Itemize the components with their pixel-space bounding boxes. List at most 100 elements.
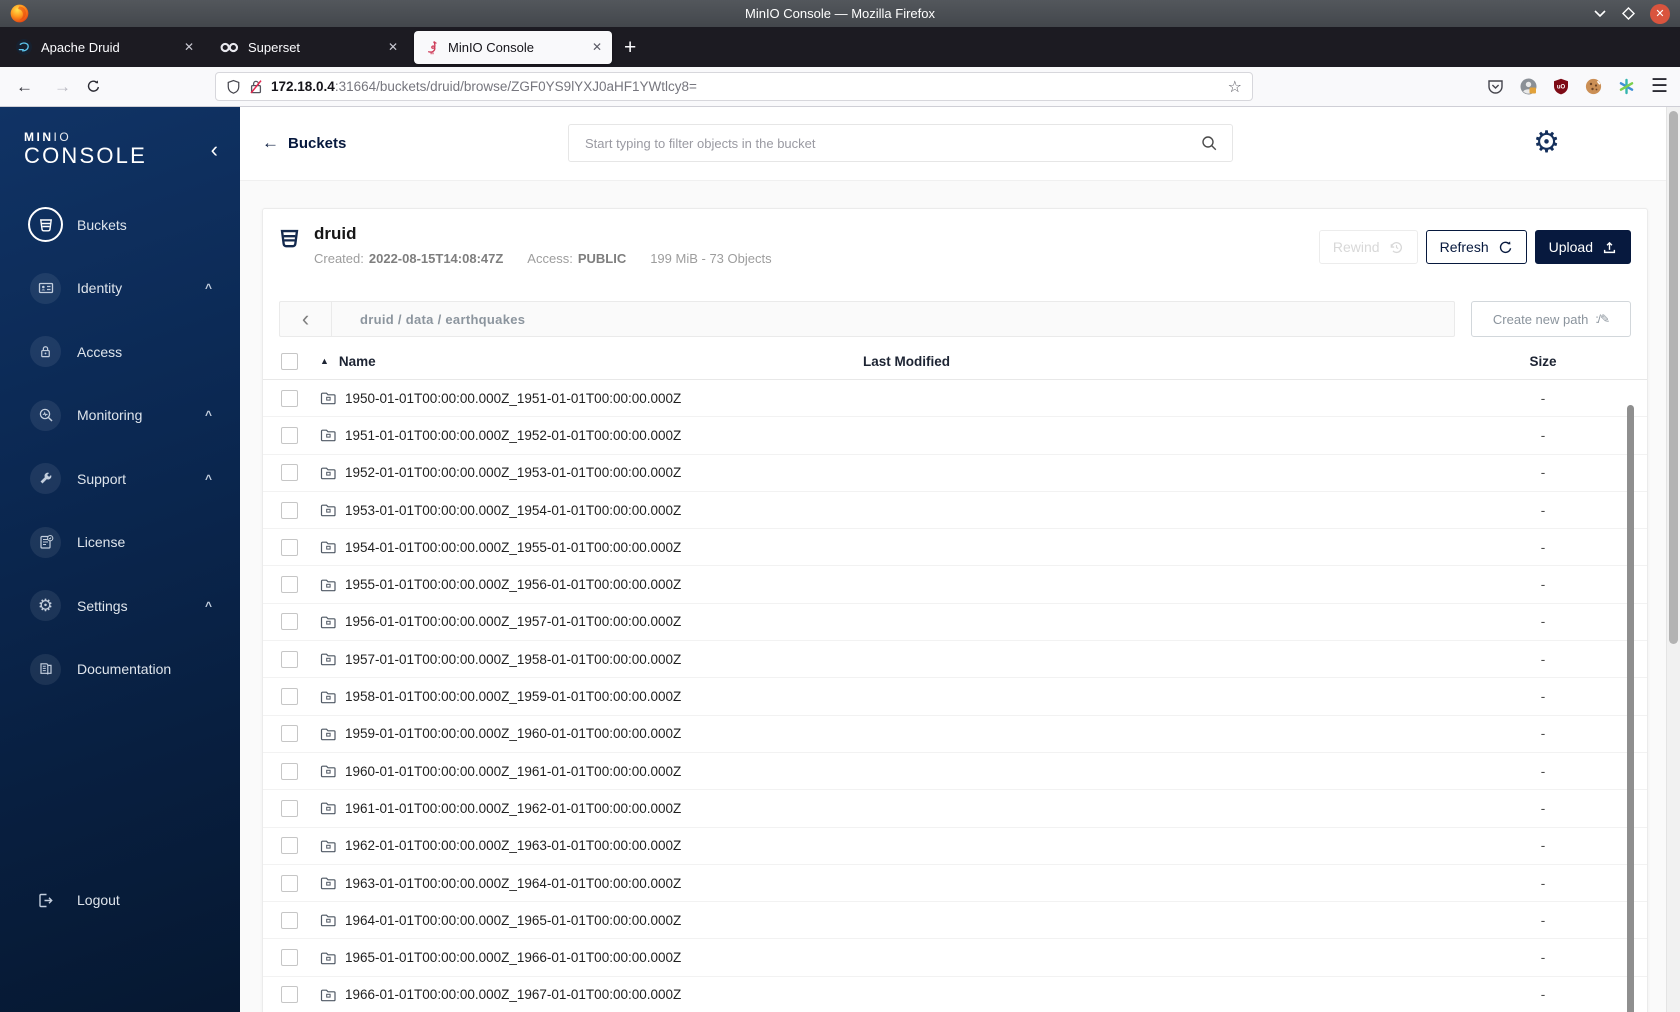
object-name[interactable]: 1958-01-01T00:00:00.000Z_1959-01-01T00:0… [345,689,681,704]
object-row[interactable]: 1954-01-01T00:00:00.000Z_1955-01-01T00:0… [263,529,1647,567]
chevron-up-icon[interactable]: ^ [205,599,212,613]
row-checkbox[interactable] [281,949,298,967]
chevron-up-icon[interactable]: ^ [205,408,212,422]
object-row[interactable]: 1958-01-01T00:00:00.000Z_1959-01-01T00:0… [263,678,1647,716]
create-new-path-button[interactable]: Create new path :/✎ [1471,301,1631,337]
object-name[interactable]: 1955-01-01T00:00:00.000Z_1956-01-01T00:0… [345,577,681,592]
ublock-icon[interactable]: uO [1553,78,1569,95]
sidebar-item-access[interactable]: Access [0,320,240,384]
window-minimize-icon[interactable] [1593,9,1607,18]
object-row[interactable]: 1962-01-01T00:00:00.000Z_1963-01-01T00:0… [263,828,1647,865]
row-checkbox[interactable] [281,911,298,929]
last-modified-column-header[interactable]: Last Modified [863,354,1483,369]
refresh-button[interactable]: Refresh [1425,230,1527,264]
tab-close-icon[interactable]: ✕ [388,40,398,54]
row-checkbox[interactable] [281,986,298,1004]
sidebar-item-buckets[interactable]: Buckets [0,193,240,257]
row-checkbox[interactable] [281,538,298,556]
sidebar-item-license[interactable]: License [0,511,240,575]
breadcrumb-path[interactable]: druid / data / earthquakes [332,312,525,327]
sidebar-item-monitoring[interactable]: Monitoring ^ [0,384,240,448]
row-checkbox[interactable] [281,613,298,631]
sidebar-item-support[interactable]: Support ^ [0,447,240,511]
sidebar-collapse-icon[interactable]: ‹ [211,139,218,161]
object-row[interactable]: 1960-01-01T00:00:00.000Z_1961-01-01T00:0… [263,753,1647,791]
size-column-header[interactable]: Size [1483,354,1603,369]
tab-close-icon[interactable]: ✕ [184,40,194,54]
object-row[interactable]: 1966-01-01T00:00:00.000Z_1967-01-01T00:0… [263,977,1647,1012]
object-row[interactable]: 1956-01-01T00:00:00.000Z_1957-01-01T00:0… [263,604,1647,642]
chevron-up-icon[interactable]: ^ [205,281,212,295]
object-row[interactable]: 1953-01-01T00:00:00.000Z_1954-01-01T00:0… [263,492,1647,530]
object-row[interactable]: 1965-01-01T00:00:00.000Z_1966-01-01T00:0… [263,939,1647,977]
row-checkbox[interactable] [281,501,298,519]
window-maximize-icon[interactable] [1621,6,1636,21]
object-row[interactable]: 1964-01-01T00:00:00.000Z_1965-01-01T00:0… [263,902,1647,940]
row-checkbox[interactable] [281,426,298,444]
row-checkbox[interactable] [281,464,298,482]
object-row[interactable]: 1955-01-01T00:00:00.000Z_1956-01-01T00:0… [263,566,1647,604]
object-row[interactable]: 1951-01-01T00:00:00.000Z_1952-01-01T00:0… [263,417,1647,455]
row-checkbox[interactable] [281,799,298,817]
object-name[interactable]: 1953-01-01T00:00:00.000Z_1954-01-01T00:0… [345,503,681,518]
back-to-buckets-link[interactable]: ← Buckets [262,133,346,153]
object-name[interactable]: 1965-01-01T00:00:00.000Z_1966-01-01T00:0… [345,950,681,965]
page-scrollbar[interactable] [1666,107,1680,1012]
object-name[interactable]: 1959-01-01T00:00:00.000Z_1960-01-01T00:0… [345,726,681,741]
row-checkbox[interactable] [281,725,298,743]
reload-icon[interactable] [86,67,101,106]
permissions-shield-icon[interactable] [226,79,241,95]
object-name[interactable]: 1952-01-01T00:00:00.000Z_1953-01-01T00:0… [345,465,681,480]
page-scrollbar-thumb[interactable] [1669,111,1678,644]
sidebar-item-logout[interactable]: Logout [0,878,240,922]
extension-asterisk-icon[interactable] [1618,78,1635,95]
sidebar-item-settings[interactable]: ⚙ Settings ^ [0,574,240,638]
pocket-icon[interactable] [1487,79,1504,95]
object-name[interactable]: 1956-01-01T00:00:00.000Z_1957-01-01T00:0… [345,614,681,629]
table-scrollbar-thumb[interactable] [1627,405,1634,1012]
object-row[interactable]: 1963-01-01T00:00:00.000Z_1964-01-01T00:0… [263,865,1647,903]
tab-minio-console[interactable]: MinIO Console ✕ [414,30,612,64]
row-checkbox[interactable] [281,762,298,780]
object-row[interactable]: 1957-01-01T00:00:00.000Z_1958-01-01T00:0… [263,641,1647,679]
new-tab-button[interactable]: + [624,37,636,58]
tab-superset[interactable]: Superset ✕ [210,31,408,64]
breadcrumb-back-icon[interactable]: ‹ [280,302,332,336]
back-icon[interactable]: ← [16,67,33,106]
object-name[interactable]: 1961-01-01T00:00:00.000Z_1962-01-01T00:0… [345,801,681,816]
object-row[interactable]: 1950-01-01T00:00:00.000Z_1951-01-01T00:0… [263,380,1647,418]
object-row[interactable]: 1952-01-01T00:00:00.000Z_1953-01-01T00:0… [263,455,1647,492]
cookie-icon[interactable] [1585,78,1602,95]
bookmark-star-icon[interactable]: ☆ [1228,77,1242,97]
object-name[interactable]: 1966-01-01T00:00:00.000Z_1967-01-01T00:0… [345,987,681,1002]
sidebar-item-identity[interactable]: Identity ^ [0,257,240,321]
filter-search-input[interactable] [583,134,1201,152]
sidebar-item-documentation[interactable]: Documentation [0,638,240,702]
forward-icon[interactable]: → [54,67,71,106]
url-bar[interactable]: 172.18.0.4:31664/buckets/druid/browse/ZG… [215,72,1253,101]
tab-close-icon[interactable]: ✕ [592,40,602,54]
settings-gear-icon[interactable]: ⚙ [1533,128,1560,158]
row-checkbox[interactable] [281,688,298,706]
row-checkbox[interactable] [281,389,298,407]
name-column-header[interactable]: ▲ Name [320,354,863,369]
menu-icon[interactable]: ☰ [1651,75,1668,98]
object-name[interactable]: 1954-01-01T00:00:00.000Z_1955-01-01T00:0… [345,540,681,555]
upload-button[interactable]: Upload [1534,230,1631,264]
window-close-icon[interactable]: ✕ [1650,3,1670,24]
row-checkbox[interactable] [281,837,298,855]
account-icon[interactable] [1520,78,1537,95]
chevron-up-icon[interactable]: ^ [205,472,212,486]
insecure-lock-icon[interactable] [249,79,263,95]
object-name[interactable]: 1951-01-01T00:00:00.000Z_1952-01-01T00:0… [345,428,681,443]
object-name[interactable]: 1963-01-01T00:00:00.000Z_1964-01-01T00:0… [345,876,681,891]
object-row[interactable]: 1961-01-01T00:00:00.000Z_1962-01-01T00:0… [263,790,1647,828]
object-row[interactable]: 1959-01-01T00:00:00.000Z_1960-01-01T00:0… [263,716,1647,753]
object-name[interactable]: 1962-01-01T00:00:00.000Z_1963-01-01T00:0… [345,838,681,853]
object-name[interactable]: 1950-01-01T00:00:00.000Z_1951-01-01T00:0… [345,391,681,406]
object-name[interactable]: 1960-01-01T00:00:00.000Z_1961-01-01T00:0… [345,764,681,779]
row-checkbox[interactable] [281,576,298,594]
select-all-checkbox[interactable] [281,352,298,370]
object-name[interactable]: 1957-01-01T00:00:00.000Z_1958-01-01T00:0… [345,652,681,667]
row-checkbox[interactable] [281,874,298,892]
